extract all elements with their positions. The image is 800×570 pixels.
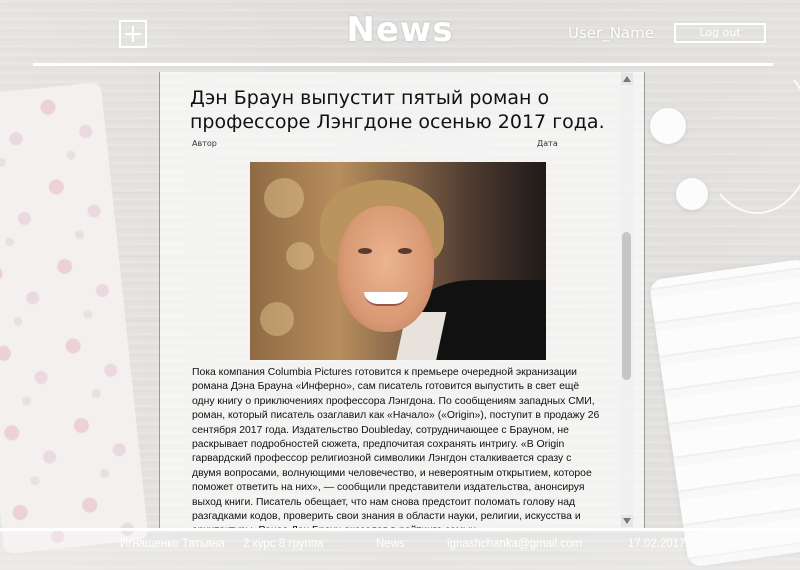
- date-label: Дата: [537, 139, 558, 148]
- article-panel: Дэн Браун выпустит пятый роман о професс…: [159, 72, 645, 528]
- scrollbar[interactable]: [620, 72, 634, 528]
- article-photo: [250, 162, 546, 360]
- scroll-up-button[interactable]: [621, 73, 633, 85]
- article-body: Пока компания Columbia Pictures готовитс…: [192, 367, 600, 528]
- scroll-thumb[interactable]: [622, 232, 631, 380]
- logout-button[interactable]: Log out: [674, 23, 766, 43]
- arrow-up-icon: [623, 76, 631, 82]
- footer-author: Игнащенко Татьяна: [120, 538, 225, 550]
- footer-date: 17.02.2017: [628, 538, 686, 550]
- footer-course: 2 курс 8 группа: [243, 538, 324, 550]
- article-content: Дэн Браун выпустит пятый роман о професс…: [160, 72, 620, 528]
- scroll-down-button[interactable]: [621, 515, 633, 527]
- footer-section-link[interactable]: News: [376, 538, 405, 550]
- arrow-down-icon: [623, 518, 631, 524]
- header: News User_Name Log out: [0, 0, 800, 70]
- header-divider: [33, 63, 773, 66]
- user-name[interactable]: User_Name: [568, 24, 654, 42]
- author-label: Автор: [192, 139, 217, 148]
- article-headline: Дэн Браун выпустит пятый роман о професс…: [190, 87, 605, 133]
- footer: Игнащенко Татьяна 2 курс 8 группа News i…: [0, 528, 800, 570]
- footer-email[interactable]: ignashchanka@gmail.com: [447, 538, 582, 550]
